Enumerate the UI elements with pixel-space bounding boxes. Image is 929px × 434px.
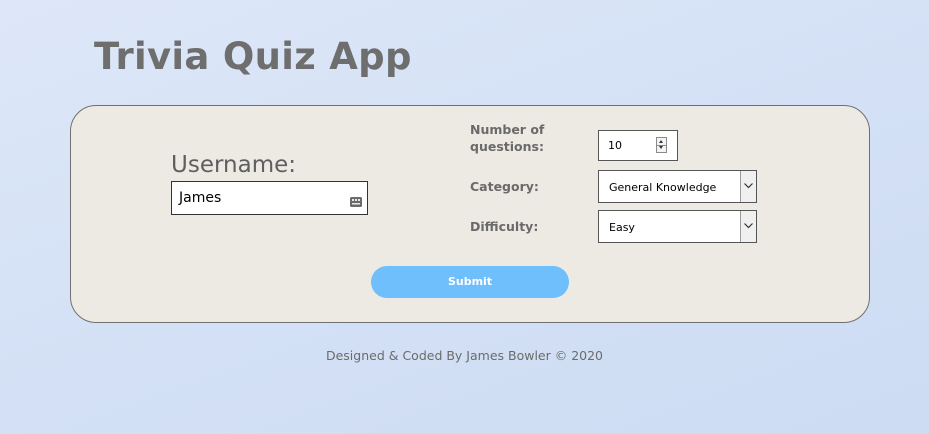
keyboard-icon[interactable] <box>350 192 362 207</box>
app-title: Trivia Quiz App <box>94 35 412 78</box>
chevron-down-icon[interactable] <box>740 171 756 202</box>
spinner-down-icon[interactable] <box>657 145 666 152</box>
difficulty-select[interactable]: Easy <box>598 210 757 243</box>
quiz-settings-card: Username: James Number of questions: 10 … <box>70 105 870 323</box>
category-value: General Knowledge <box>609 181 717 194</box>
footer-credit: Designed & Coded By James Bowler © 2020 <box>325 348 604 363</box>
spinner-icon[interactable] <box>656 137 667 153</box>
num-questions-value: 10 <box>608 139 622 152</box>
num-questions-input[interactable]: 10 <box>598 130 678 161</box>
username-label: Username: <box>171 152 296 178</box>
num-questions-label: Number of questions: <box>470 122 545 154</box>
difficulty-value: Easy <box>609 221 635 234</box>
chevron-down-icon[interactable] <box>740 211 756 242</box>
category-select[interactable]: General Knowledge <box>598 170 757 203</box>
submit-button[interactable]: Submit <box>371 266 569 298</box>
difficulty-label: Difficulty: <box>470 219 539 234</box>
username-value: James <box>179 190 222 206</box>
username-input[interactable]: James <box>171 181 368 215</box>
category-label: Category: <box>470 179 539 194</box>
